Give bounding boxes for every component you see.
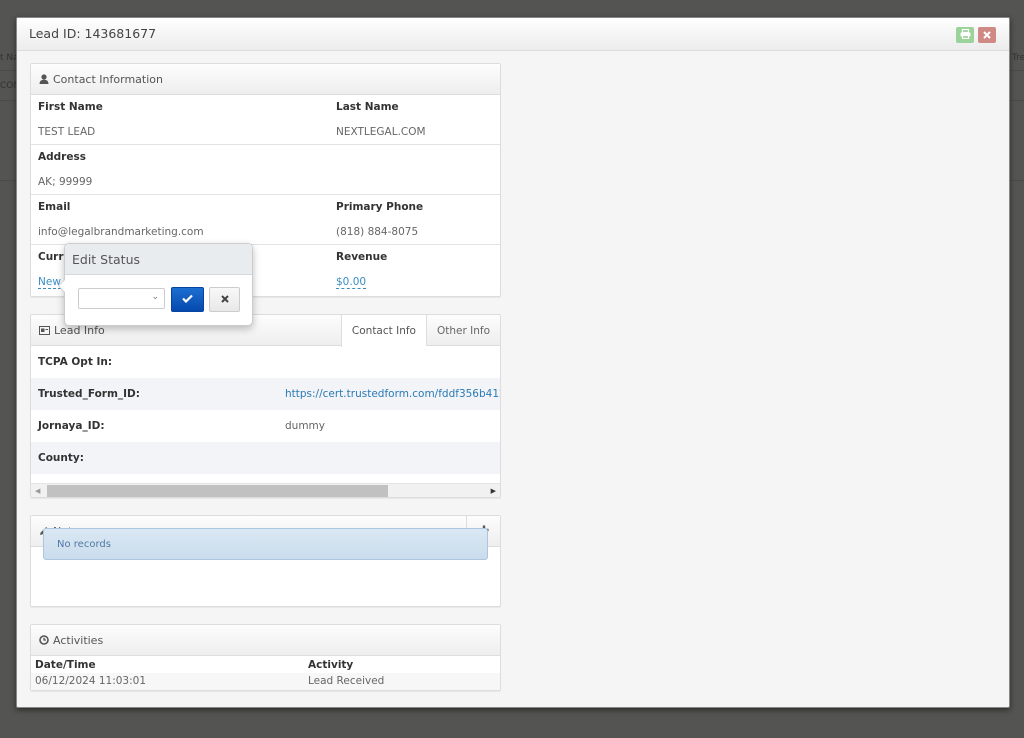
name-row: First Name TEST LEAD Last Name NEXTLEGAL… [31, 95, 500, 145]
lead-info-tabs: Contact Info Other Info [340, 315, 500, 347]
primary-phone-label: Primary Phone [336, 201, 424, 213]
email-value: info@legalbrandmarketing.com [38, 226, 204, 238]
scroll-left-arrow-icon[interactable]: ◀ [35, 487, 40, 495]
check-icon [182, 293, 193, 306]
panel-title: Contact Information [53, 72, 163, 86]
edit-status-popover: Edit Status ⌄ [58, 243, 253, 326]
last-name-label: Last Name [336, 101, 399, 113]
chevron-down-icon: ⌄ [151, 292, 159, 302]
table-row: Trusted_Form_ID: https://cert.trustedfor… [31, 378, 500, 410]
activities-panel: Activities Date/Time Activity 06/12/2024… [30, 624, 501, 691]
first-name-value: TEST LEAD [38, 126, 96, 138]
address-value: AK; 99999 [38, 176, 93, 188]
field-label: TCPA Opt In: [38, 356, 113, 368]
activity-datetime: 06/12/2024 11:03:01 [35, 675, 147, 687]
field-value: dummy [285, 420, 325, 432]
confirm-button[interactable] [171, 287, 204, 312]
times-icon [220, 293, 229, 306]
popover-title: Edit Status [65, 244, 252, 275]
table-row: TCPA Opt In: [31, 346, 500, 378]
close-icon [983, 29, 991, 42]
panel-heading: Contact Information [31, 64, 500, 95]
field-label: County: [38, 452, 84, 464]
revenue-label: Revenue [336, 251, 388, 263]
tab-contact-info[interactable]: Contact Info [340, 315, 426, 347]
email-phone-row: Email info@legalbrandmarketing.com Prima… [31, 195, 500, 245]
revenue-editable-link[interactable]: $0.00 [336, 276, 367, 289]
field-label: Trusted_Form_ID: [38, 388, 140, 400]
bg-text: Tre [1012, 53, 1024, 63]
modal-title: Lead ID: 143681677 [29, 26, 157, 41]
lead-detail-modal: Lead ID: 143681677 Contact Information F… [16, 17, 1010, 708]
field-label: Jornaya_ID: [38, 420, 105, 432]
first-name-label: First Name [38, 101, 103, 113]
print-button[interactable] [956, 27, 974, 43]
status-select[interactable]: ⌄ [78, 288, 165, 309]
modal-header: Lead ID: 143681677 [17, 18, 1009, 51]
scrollbar-thumb[interactable] [47, 485, 388, 497]
user-icon [39, 74, 49, 84]
table-row: 06/12/2024 11:03:01 Lead Received [31, 673, 500, 690]
address-label: Address [38, 151, 86, 163]
last-name-value: NEXTLEGAL.COM [336, 126, 426, 138]
table-header: Date/Time Activity [31, 656, 500, 673]
print-icon [960, 28, 971, 42]
clock-icon [39, 635, 49, 645]
id-card-icon [39, 325, 50, 335]
activity-description: Lead Received [308, 675, 385, 687]
trusted-form-link[interactable]: https://cert.trustedform.com/fddf356b412… [285, 388, 500, 400]
lead-info-panel: Lead Info Contact Info Other Info TCPA O… [30, 314, 501, 498]
table-row: Jornaya_ID: dummy [31, 410, 500, 442]
close-button[interactable] [978, 27, 996, 43]
tab-other-info[interactable]: Other Info [425, 315, 500, 346]
column-header: Date/Time [35, 659, 96, 671]
panel-heading: Activities [31, 625, 500, 656]
no-records-alert: No records [43, 528, 488, 560]
notes-panel: Notes No records [30, 515, 501, 607]
cancel-button[interactable] [209, 287, 240, 312]
panel-title: Activities [53, 633, 104, 647]
scroll-right-arrow-icon[interactable]: ▶ [491, 487, 496, 495]
horizontal-scrollbar[interactable]: ◀ ▶ [31, 483, 500, 497]
primary-phone-value: (818) 884-8075 [336, 226, 419, 238]
address-row: Address AK; 99999 [31, 145, 500, 195]
table-row: County: [31, 442, 500, 474]
email-label: Email [38, 201, 71, 213]
column-header: Activity [308, 659, 354, 671]
